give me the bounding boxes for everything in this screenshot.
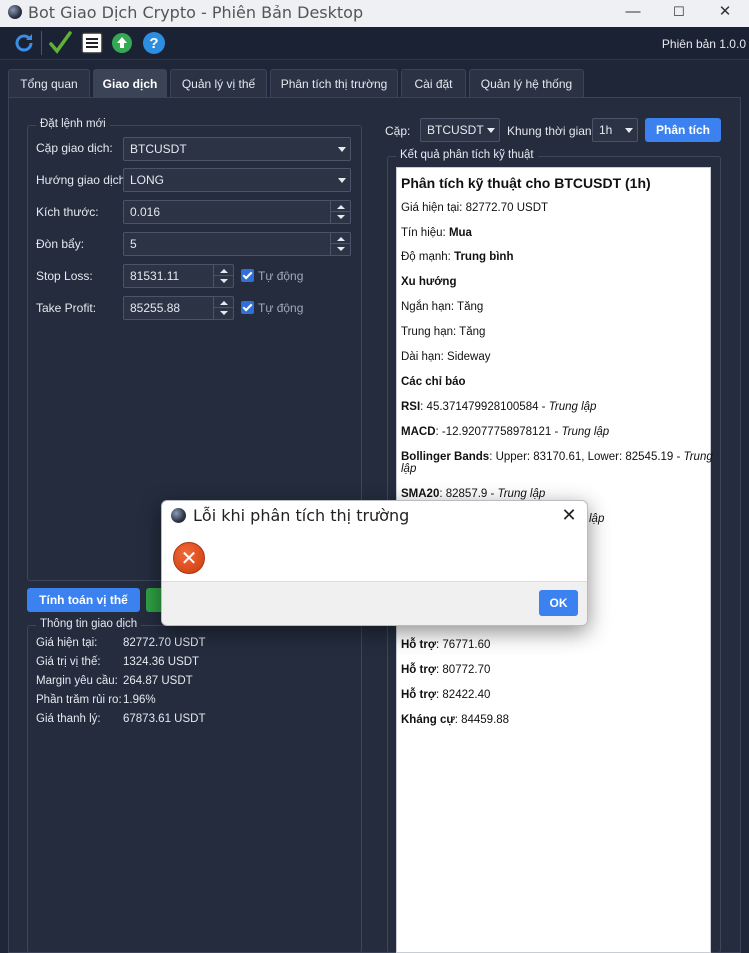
takeprofit-spin-buttons[interactable] — [213, 297, 233, 319]
tab-overview[interactable]: Tổng quan — [8, 69, 90, 97]
stoploss-auto-label: Tự động — [258, 269, 304, 283]
analysis-pair-label: Cặp: — [385, 124, 411, 138]
tab-position-management[interactable]: Quản lý vị thế — [170, 69, 267, 97]
indicators-heading: Các chỉ báo — [401, 376, 466, 388]
support-line-3: Hỗ trợ: 82422.40 — [401, 689, 491, 701]
position-value-value: 1324.36 USDT — [123, 656, 200, 668]
leverage-value: 5 — [130, 237, 137, 251]
size-value: 0.016 — [130, 205, 161, 219]
title-bar: Bot Giao Dịch Crypto - Phiên Bản Desktop… — [0, 0, 749, 27]
analysis-strength: Độ mạnh: Trung bình — [401, 251, 514, 263]
analysis-signal: Tín hiệu: Mua — [401, 227, 472, 239]
mid-term-trend: Trung hạn: Tăng — [401, 326, 486, 338]
calculate-position-button[interactable]: Tính toán vị thế — [27, 588, 140, 612]
new-order-title: Đặt lệnh mới — [36, 118, 110, 130]
analyze-button[interactable]: Phân tích — [645, 118, 721, 142]
minimize-button[interactable]: — — [610, 0, 656, 27]
maximize-button[interactable]: ☐ — [656, 0, 702, 27]
margin-label: Margin yêu cầu: — [36, 675, 118, 687]
toolbar: ? Phiên bản 1.0.0 — [0, 27, 749, 60]
analysis-pair-select[interactable]: BTCUSDT — [420, 118, 500, 142]
main-tabs: Tổng quan Giao dịch Quản lý vị thế Phân … — [0, 60, 749, 98]
size-spin-buttons[interactable] — [330, 201, 350, 223]
takeprofit-value: 85255.88 — [130, 301, 181, 315]
dialog-close-button[interactable]: ✕ — [559, 505, 579, 525]
bollinger-line: Bollinger Bands: Upper: 83170.61, Lower:… — [401, 451, 713, 463]
ok-button[interactable]: OK — [539, 590, 578, 616]
refresh-icon[interactable] — [12, 31, 36, 55]
tab-market-analysis[interactable]: Phân tích thị trường — [270, 69, 398, 97]
position-value-label: Giá trị vị thế: — [36, 656, 101, 668]
direction-select[interactable]: LONG — [123, 168, 351, 192]
takeprofit-auto-label: Tự động — [258, 301, 304, 315]
toolbar-separator — [41, 31, 42, 55]
stoploss-spin-buttons[interactable] — [213, 265, 233, 287]
ema-status-partial: lập — [589, 513, 605, 525]
size-stepper[interactable]: 0.016 — [123, 200, 351, 224]
resistance-line-1: Kháng cự: 84459.88 — [401, 714, 510, 726]
stoploss-value: 81531.11 — [130, 269, 180, 283]
takeprofit-label: Take Profit: — [36, 301, 97, 315]
chevron-down-icon — [487, 128, 495, 133]
support-line-1: Hỗ trợ: 76771.60 — [401, 639, 491, 651]
trend-heading: Xu hướng — [401, 276, 457, 288]
analysis-heading: Phân tích kỹ thuật cho BTCUSDT (1h) — [401, 175, 651, 191]
tab-settings[interactable]: Cài đặt — [401, 69, 466, 97]
pair-select[interactable]: BTCUSDT — [123, 137, 351, 161]
analysis-pair-value: BTCUSDT — [427, 123, 484, 137]
pair-label: Cặp giao dịch: — [36, 141, 113, 155]
rsi-line: RSI: 45.371479928100584 - Trung lập — [401, 401, 597, 413]
timeframe-value: 1h — [599, 123, 613, 137]
leverage-stepper[interactable]: 5 — [123, 232, 351, 256]
liquidation-price-value: 67873.61 USDT — [123, 713, 206, 725]
current-price-label: Giá hiện tại: — [36, 637, 98, 649]
stoploss-label: Stop Loss: — [36, 269, 93, 283]
liquidation-price-label: Giá thanh lý: — [36, 713, 101, 725]
margin-value: 264.87 USDT — [123, 675, 193, 687]
dialog-app-icon — [171, 508, 186, 523]
error-icon: ✕ — [173, 542, 205, 574]
stoploss-auto-checkbox[interactable] — [241, 269, 254, 282]
upload-icon[interactable] — [110, 31, 134, 55]
app-logo-icon — [8, 5, 22, 19]
long-term-trend: Dài hạn: Sideway — [401, 351, 491, 363]
sma20-line: SMA20: 82857.9 - Trung lập — [401, 488, 546, 500]
takeprofit-stepper[interactable]: 85255.88 — [123, 296, 234, 320]
error-dialog: Lỗi khi phân tích thị trường ✕ ✕ OK — [161, 500, 588, 626]
dialog-title: Lỗi khi phân tích thị trường — [193, 506, 410, 525]
close-window-button[interactable]: ✕ — [702, 0, 748, 27]
tab-trading[interactable]: Giao dịch — [93, 69, 167, 97]
chevron-down-icon — [338, 147, 346, 152]
help-icon[interactable]: ? — [142, 31, 166, 55]
trade-info-title: Thông tin giao dịch — [36, 618, 142, 630]
leverage-label: Đòn bẩy: — [36, 237, 85, 251]
current-price-value: 82772.70 USDT — [123, 637, 206, 649]
analysis-result-title: Kết quả phân tích kỹ thuật — [396, 149, 538, 161]
chevron-down-icon — [625, 128, 633, 133]
takeprofit-auto-checkbox[interactable] — [241, 301, 254, 314]
bollinger-status-wrap: lập — [401, 463, 417, 475]
size-label: Kích thước: — [36, 205, 99, 219]
support-line-2: Hỗ trợ: 80772.70 — [401, 664, 491, 676]
version-label: Phiên bản 1.0.0 — [661, 37, 746, 51]
svg-text:?: ? — [149, 35, 158, 52]
direction-label: Hướng giao dịch: — [36, 173, 129, 187]
direction-select-value: LONG — [130, 173, 165, 187]
risk-percent-value: 1.96% — [123, 694, 156, 706]
chevron-down-icon — [338, 178, 346, 183]
list-icon[interactable] — [80, 31, 104, 55]
tab-system-management[interactable]: Quản lý hệ thống — [469, 69, 584, 97]
check-icon[interactable] — [48, 31, 72, 55]
stoploss-stepper[interactable]: 81531.11 — [123, 264, 234, 288]
analysis-price: Giá hiện tại: 82772.70 USDT — [401, 202, 549, 214]
short-term-trend: Ngắn hạn: Tăng — [401, 301, 484, 313]
timeframe-select[interactable]: 1h — [592, 118, 638, 142]
pair-select-value: BTCUSDT — [130, 142, 187, 156]
timeframe-label: Khung thời gian: — [507, 124, 595, 138]
macd-line: MACD: -12.92077758978121 - Trung lập — [401, 426, 610, 438]
risk-percent-label: Phần trăm rủi ro: — [36, 694, 122, 706]
dialog-footer: OK — [162, 581, 587, 625]
window-title: Bot Giao Dịch Crypto - Phiên Bản Desktop — [28, 3, 364, 22]
leverage-spin-buttons[interactable] — [330, 233, 350, 255]
